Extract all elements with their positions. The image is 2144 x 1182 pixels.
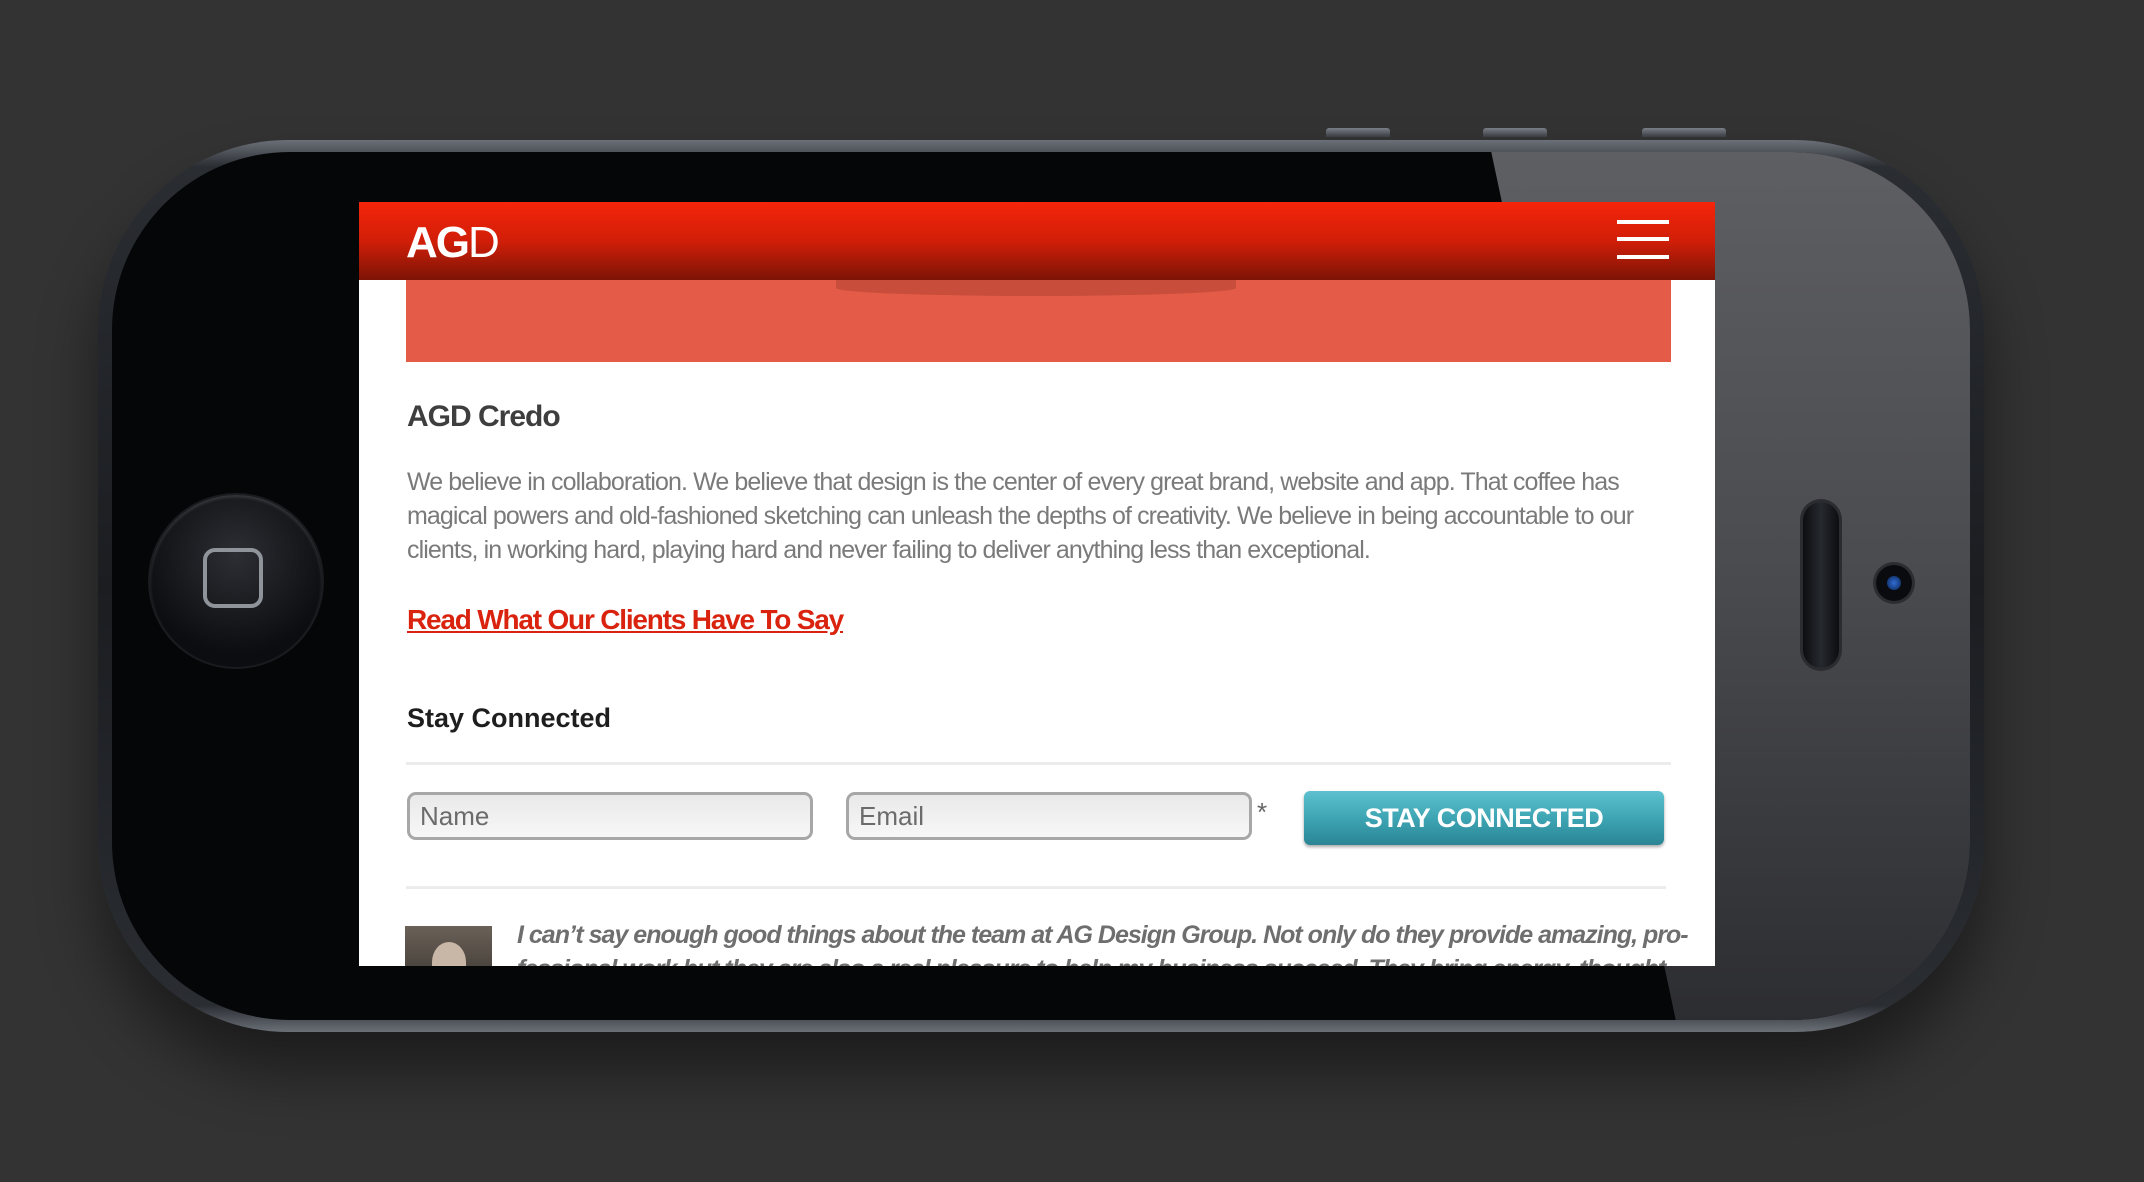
hero-image (406, 280, 1671, 362)
home-square-icon (203, 548, 263, 608)
credo-paragraph: We believe in collaboration. We believe … (407, 468, 1634, 564)
stay-connected-button[interactable]: STAY CONNECTED (1304, 791, 1664, 845)
divider (406, 762, 1671, 765)
volume-button (1483, 128, 1547, 137)
phone-screen: AGD AGD Credo We believe in collaboratio… (359, 202, 1715, 966)
lock-button (1642, 128, 1726, 137)
email-input[interactable] (846, 792, 1252, 840)
logo-bold: AG (406, 218, 470, 267)
divider (406, 886, 1666, 889)
client-avatar (405, 926, 492, 966)
agd-logo[interactable]: AGD (406, 218, 500, 268)
testimonial-quote: I can’t say enough good things about the… (517, 921, 1689, 966)
name-input[interactable] (407, 792, 813, 840)
required-mark: * (1257, 797, 1268, 827)
volume-button (1326, 128, 1390, 137)
home-button[interactable] (150, 495, 322, 667)
hamburger-menu-icon[interactable] (1617, 220, 1669, 260)
stay-connected-heading: Stay Connected (407, 703, 612, 733)
credo-heading: AGD Credo (407, 400, 561, 433)
earpiece-speaker (1803, 502, 1839, 668)
read-clients-link[interactable]: Read What Our Clients Have To Say (407, 604, 844, 636)
logo-thin: D (468, 218, 500, 267)
front-camera (1876, 565, 1912, 601)
site-header: AGD (359, 202, 1715, 280)
